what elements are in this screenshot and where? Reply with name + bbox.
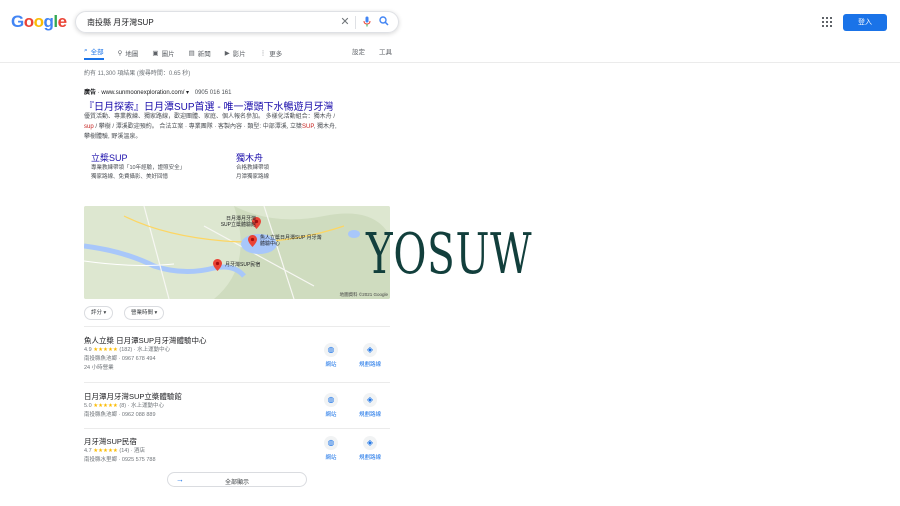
divider [84, 326, 390, 327]
star-icons: ★★★★★ [93, 403, 118, 409]
tab-more[interactable]: ⋮ 更多 [260, 46, 283, 60]
local-map[interactable]: 日月潭月牙灣 SUP立槳體驗館 魚人立槳日月潭SUP 月牙灣體驗中心 月牙灣SU… [84, 206, 390, 299]
map-pin-icon[interactable] [213, 258, 222, 276]
clear-icon[interactable]: ✕ [339, 16, 351, 28]
tabs-right: 設定 工具 [352, 46, 392, 56]
search-icon[interactable] [378, 16, 390, 28]
dropdown-icon: ▾ [103, 310, 107, 316]
microphone-icon[interactable] [361, 16, 373, 28]
directions-icon: ◈ [363, 436, 377, 450]
website-button[interactable]: ◍ 網站 [311, 343, 351, 368]
news-icon: ▤ [188, 50, 195, 57]
directions-button[interactable]: ◈ 規劃路線 [350, 436, 390, 461]
tab-all[interactable]: ⌕ 全部 [84, 46, 104, 60]
directions-button[interactable]: ◈ 規劃路線 [350, 393, 390, 418]
ad-phone[interactable]: 0905 016 161 [195, 90, 232, 96]
place-address: 南投縣魚池鄉 · 0962 088 889 [84, 412, 156, 418]
ad-url[interactable]: · www.sunmoonexploration.com/ ▾ [98, 90, 189, 96]
sitelink-desc: 月潭獨家路線 [236, 174, 270, 180]
more-places-label: 全部顯示 [224, 480, 249, 486]
globe-icon: ◍ [324, 343, 338, 357]
place-rating: 5.0 ★★★★★ (8) · 水上運動中心 [84, 403, 165, 409]
local-result[interactable]: 日月潭月牙灣SUP立槳體驗館 5.0 ★★★★★ (8) · 水上運動中心 南投… [84, 391, 314, 420]
place-name[interactable]: 月牙灣SUP民宿 [84, 436, 314, 447]
place-name[interactable]: 魚人立槳 日月潭SUP月牙灣體驗中心 [84, 335, 314, 346]
place-hours: 24 小時營業 [84, 365, 114, 371]
map-pin-icon: ⚲ [117, 50, 123, 57]
divider [84, 382, 390, 383]
filter-hours[interactable]: 營業時間 ▾ [124, 306, 165, 320]
search-tabs: ⌕ 全部 ⚲ 地圖 ▣ 圖片 ▤ 新聞 ▶ 影片 ⋮ 更多 [84, 46, 282, 60]
sitelink-desc: 專業教練帶領「10年經驗，證照安全」 [91, 165, 186, 171]
place-address: 南投縣水里鄉 · 0925 575 788 [84, 457, 156, 463]
local-result[interactable]: 月牙灣SUP民宿 4.7 ★★★★★ (14) · 酒店 南投縣水里鄉 · 09… [84, 436, 314, 465]
tab-maps[interactable]: ⚲ 地圖 [118, 46, 139, 60]
header-divider [0, 62, 900, 63]
place-name[interactable]: 日月潭月牙灣SUP立槳體驗館 [84, 391, 314, 402]
tab-videos[interactable]: ▶ 影片 [225, 46, 246, 60]
search-box-divider [355, 16, 356, 29]
search-icon: ⌕ [84, 46, 88, 54]
place-rating: 4.9 ★★★★★ (182) · 水上運動中心 [84, 347, 171, 353]
google-logo[interactable]: Google [11, 12, 67, 32]
directions-icon: ◈ [363, 393, 377, 407]
tools-link[interactable]: 工具 [379, 46, 392, 56]
tab-news[interactable]: ▤ 新聞 [189, 46, 211, 60]
search-input[interactable]: 南投縣 月牙灣SUP [87, 17, 154, 28]
sitelink-title[interactable]: 立槳SUP [91, 151, 185, 164]
ad-title[interactable]: 『日月探索』日月潭SUP首選 - 唯一潭頭下水暢遊月牙灣 [84, 98, 333, 113]
more-places-button[interactable]: → 全部顯示 [167, 472, 307, 487]
search-box[interactable]: 南投縣 月牙灣SUP ✕ [75, 11, 399, 33]
video-icon: ▶ [224, 50, 230, 57]
globe-icon: ◍ [324, 393, 338, 407]
divider [84, 428, 390, 429]
more-icon: ⋮ [259, 50, 267, 57]
local-result[interactable]: 魚人立槳 日月潭SUP月牙灣體驗中心 4.9 ★★★★★ (182) · 水上運… [84, 335, 314, 373]
star-icons: ★★★★★ [93, 448, 118, 454]
globe-icon: ◍ [324, 436, 338, 450]
map-pin-label: 月牙灣SUP民宿 [225, 262, 261, 268]
map-credit: 地圖資料 ©2021 Google [339, 292, 388, 297]
place-rating: 4.7 ★★★★★ (14) · 酒店 [84, 448, 146, 454]
ad-url-line: 廣告 · www.sunmoonexploration.com/ ▾ 0905 … [84, 87, 231, 96]
ad-badge: 廣告 [84, 90, 97, 96]
filter-rating[interactable]: 評分 ▾ [84, 306, 114, 320]
place-address: 南投縣魚池鄉 · 0967 678 494 [84, 356, 156, 362]
sitelink-title[interactable]: 獨木舟 [236, 151, 269, 164]
directions-button[interactable]: ◈ 規劃路線 [350, 343, 390, 368]
website-button[interactable]: ◍ 網站 [311, 436, 351, 461]
ad-description: 優質活動、專業教練、獨家路線，歡迎團體、家庭、個人報名參加。 多樣化活動組合：獨… [84, 114, 337, 140]
image-icon: ▣ [152, 50, 159, 57]
sitelink-desc: 獨家路線、免費攝影、美好回憶 [91, 174, 169, 180]
tab-images[interactable]: ▣ 圖片 [152, 46, 174, 60]
directions-icon: ◈ [363, 343, 377, 357]
star-icons: ★★★★★ [93, 347, 118, 353]
map-pin-label: 魚人立槳日月潭SUP 月牙灣體驗中心 [260, 235, 322, 247]
website-button[interactable]: ◍ 網站 [311, 393, 351, 418]
sitelink-sup[interactable]: 立槳SUP 專業教練帶領「10年經驗，證照安全」 獨家路線、免費攝影、美好回憶 [91, 151, 185, 182]
settings-link[interactable]: 設定 [352, 46, 365, 56]
sign-in-button[interactable]: 登入 [843, 14, 887, 31]
apps-grid-icon[interactable] [822, 17, 832, 27]
map-pin-label: 日月潭月牙灣 SUP立槳體驗館 [220, 216, 256, 228]
map-pin-icon[interactable] [248, 234, 257, 252]
sitelink-desc: 合格教練帶領 [236, 165, 270, 171]
sitelink-kayak[interactable]: 獨木舟 合格教練帶領 月潭獨家路線 [236, 151, 269, 182]
watermark-logo: YOSUW [366, 222, 533, 287]
dropdown-icon: ▾ [154, 310, 158, 316]
result-stats: 約有 11,300 項結果 (搜尋時間：0.65 秒) [84, 71, 191, 77]
